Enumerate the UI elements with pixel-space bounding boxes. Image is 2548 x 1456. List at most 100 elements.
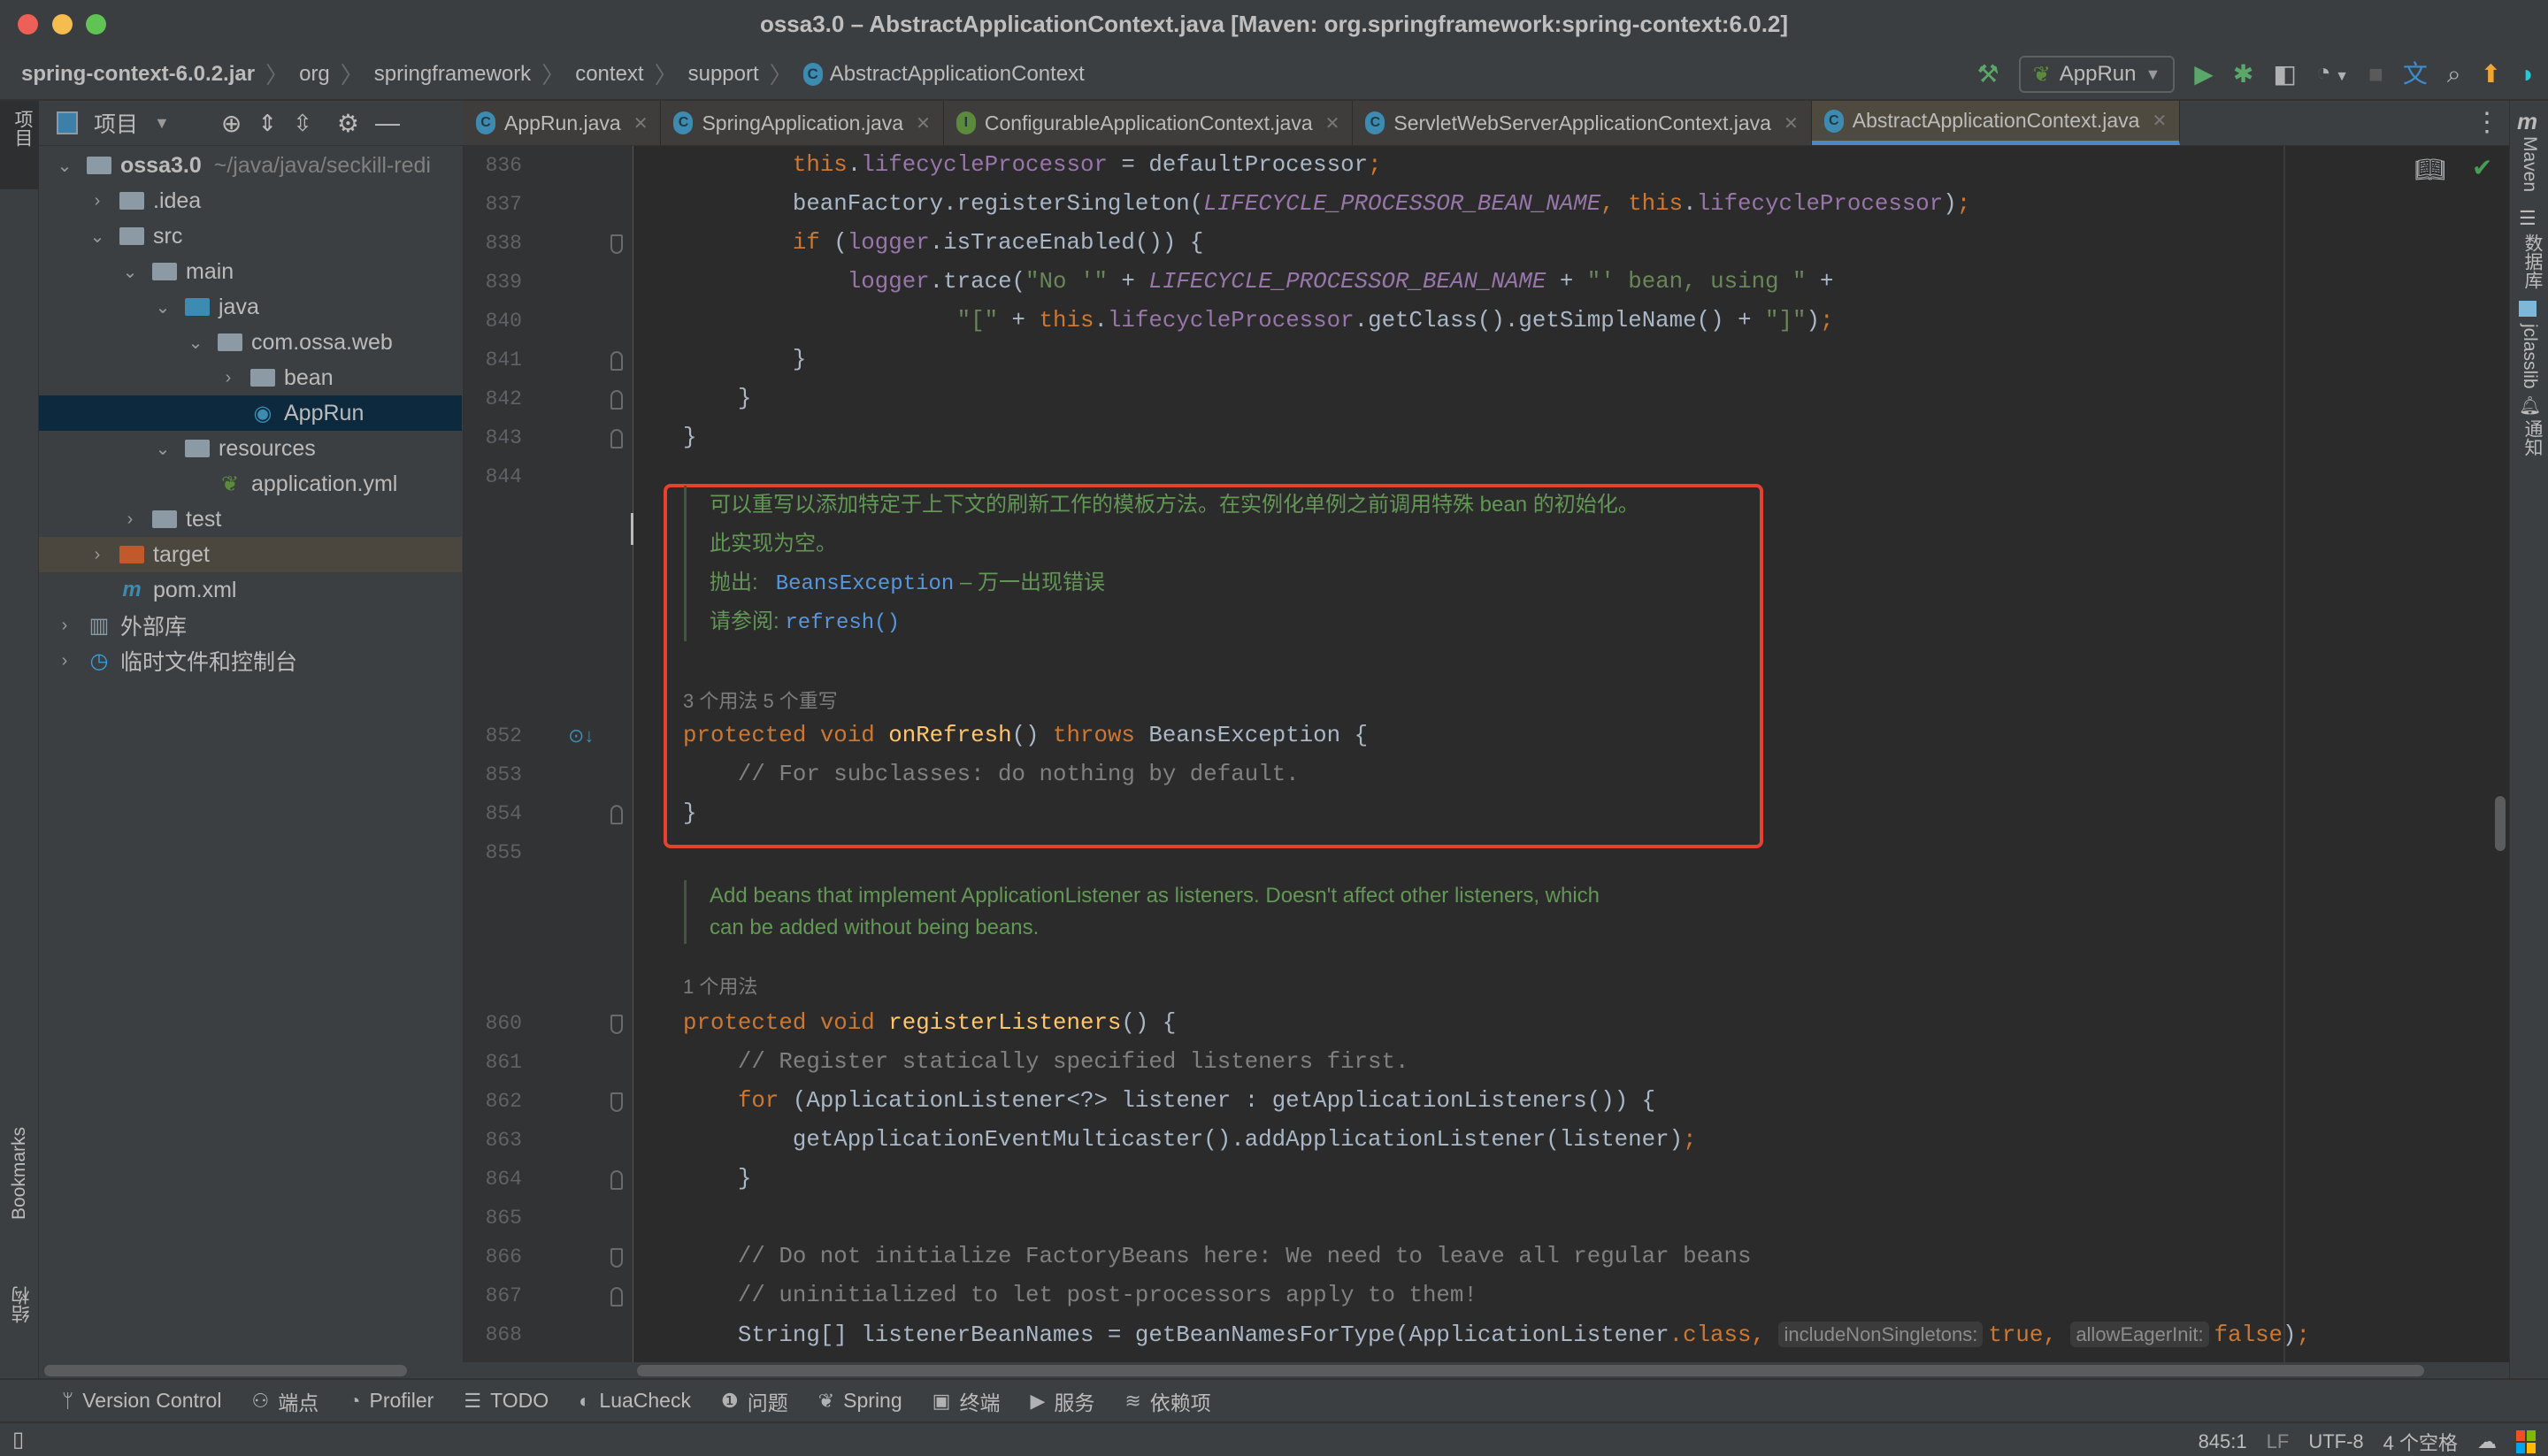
tab-springapplication[interactable]: C SpringApplication.java ✕ [661,101,944,145]
stripe-bookmarks-button[interactable]: Bookmarks [9,1127,30,1220]
line-number[interactable]: 843 [464,418,522,457]
toolwindow-services[interactable]: ▶ 服务 [1030,1386,1094,1416]
chevron-down-icon[interactable]: ⌄ [186,332,205,354]
expand-all-icon[interactable]: ⇕ [257,110,277,137]
debug-icon[interactable]: ✱ [2233,54,2253,95]
tree-item[interactable]: › target [39,537,462,572]
usages-hint[interactable]: 3 个用法 5 个重写 [683,686,838,714]
line-number[interactable]: 863 [464,1121,522,1160]
translate-icon[interactable]: 文 [2403,54,2428,95]
collapse-all-icon[interactable]: ⇳ [293,110,312,137]
fold-open-icon[interactable] [610,1092,623,1112]
line-number[interactable]: 838 [464,224,522,263]
toggle-tool-windows-icon[interactable]: ▯ [12,1427,24,1452]
toolwindow-endpoints[interactable]: ⚇ 端点 [251,1386,318,1416]
jetbrains-icon[interactable]: ◗ [2521,54,2536,95]
line-number[interactable]: 866 [464,1238,522,1276]
line-number[interactable]: 852 [464,717,522,755]
tree-item[interactable]: › .idea [39,183,462,218]
chevron-down-icon[interactable]: ⌄ [153,296,173,318]
caret-position[interactable]: 845:1 [2199,1430,2247,1453]
chevron-right-icon[interactable]: › [88,545,107,565]
line-number[interactable]: 868 [464,1315,522,1354]
toolwindow-terminal[interactable]: ▣ 终端 [932,1386,1001,1416]
close-icon[interactable]: ✕ [633,112,649,134]
breadcrumb-context[interactable]: context [575,62,643,87]
toolwindow-spring[interactable]: ❦ Spring [818,1389,902,1413]
tab-servletwebserverapplicationcontext[interactable]: C ServletWebServerApplicationContext.java… [1353,101,1812,145]
breadcrumb-jar[interactable]: spring-context-6.0.2.jar [21,62,255,87]
fold-close-icon[interactable] [610,429,623,448]
line-number[interactable]: 867 [464,1276,522,1315]
fold-open-icon[interactable] [610,1248,623,1268]
toolwindow-branch[interactable]: ᛘ Version Control [62,1389,221,1413]
vertical-scrollbar-thumb[interactable] [2495,796,2506,851]
file-encoding[interactable]: UTF-8 [2308,1430,2363,1453]
hide-icon[interactable]: — [375,109,400,137]
line-number[interactable]: 839 [464,263,522,302]
fold-open-icon[interactable] [610,234,623,254]
toolwindow-profiler[interactable]: ◔ Profiler [349,1389,434,1413]
fold-open-icon[interactable] [610,1015,623,1034]
close-icon[interactable]: ✕ [2152,110,2167,132]
chevron-right-icon[interactable]: › [55,651,74,671]
indent-setting[interactable]: 4 个空格 [2383,1428,2458,1456]
line-number[interactable]: 853 [464,755,522,794]
line-number[interactable]: 840 [464,302,522,341]
windows-logo-icon[interactable] [2516,1430,2536,1453]
editor-horizontal-scrollbar[interactable] [637,1365,2424,1376]
tab-configurableapplicationcontext[interactable]: I ConfigurableApplicationContext.java ✕ [943,101,1354,145]
breadcrumb-org[interactable]: org [299,62,330,87]
line-number[interactable]: 864 [464,1160,522,1199]
tree-item[interactable]: ⌄ main [39,254,462,289]
toolwindow-luacheck[interactable]: ◐ LuaCheck [579,1389,691,1413]
close-icon[interactable]: ✕ [1784,112,1799,134]
profiler-icon[interactable]: ◔ ▼ [2316,52,2349,97]
breadcrumb-springframework[interactable]: springframework [374,62,531,87]
tab-abstractapplicationcontext[interactable]: C AbstractApplicationContext.java ✕ [1811,101,2181,145]
stop-icon[interactable]: ■ [2368,54,2383,95]
tree-item[interactable]: › ▥ 外部库 [39,608,462,643]
line-number[interactable]: 841 [464,341,522,379]
fold-close-icon[interactable] [610,390,623,410]
coverage-icon[interactable]: ◧ [2273,54,2296,95]
line-number[interactable]: 865 [464,1199,522,1238]
tree-item[interactable]: › bean [39,360,462,395]
line-number[interactable]: 836 [464,146,522,185]
stripe-database-button[interactable]: 数据库 [2519,234,2545,289]
override-icon[interactable]: ⊙↓ [568,717,594,755]
fold-close-icon[interactable] [610,1287,623,1307]
tree-item[interactable]: ⌄ com.ossa.web [39,325,462,360]
tab-apprun[interactable]: C AppRun.java ✕ [464,101,662,145]
chevron-down-icon[interactable]: ⌄ [55,155,74,177]
line-number[interactable]: 861 [464,1043,522,1082]
stripe-maven-button[interactable]: Maven [2519,136,2540,192]
chevron-down-icon[interactable]: ⌄ [120,261,140,283]
gear-icon[interactable]: ⚙ [337,109,359,138]
hammer-icon[interactable]: ⚒ [1977,54,1999,95]
breadcrumb-support[interactable]: support [688,62,759,87]
close-icon[interactable]: ✕ [916,112,931,134]
project-panel-title[interactable]: 项目 [94,107,138,139]
line-number[interactable]: 862 [464,1082,522,1121]
tree-item[interactable]: ❦ application.yml [39,466,462,502]
chevron-right-icon[interactable]: › [88,191,107,211]
line-number[interactable]: 854 [464,794,522,833]
fold-close-icon[interactable] [610,1170,623,1190]
stripe-project-button[interactable]: 项目 [0,101,39,189]
play-icon[interactable]: ▶ [2194,54,2214,95]
line-separator[interactable]: LF [2267,1430,2290,1453]
stripe-structure-button[interactable]: 结构 [9,1286,35,1323]
inspection-ok-icon[interactable]: ✔ [2472,153,2492,182]
fold-close-icon[interactable] [610,351,623,371]
chevron-right-icon[interactable]: › [120,510,140,530]
chevron-down-icon[interactable]: ⌄ [88,226,107,248]
chevron-down-icon[interactable]: ▼ [154,114,170,133]
line-number[interactable]: 837 [464,185,522,224]
search-icon[interactable]: ⌕ [2447,54,2461,95]
tree-item[interactable]: m pom.xml [39,572,462,608]
stripe-notifications-button[interactable]: 通知 [2519,419,2545,456]
reader-mode-icon[interactable]: 📖︎ [2414,155,2446,184]
tree-item[interactable]: ⌄ resources [39,431,462,466]
toolwindow-todo[interactable]: ☰ TODO [464,1389,549,1413]
